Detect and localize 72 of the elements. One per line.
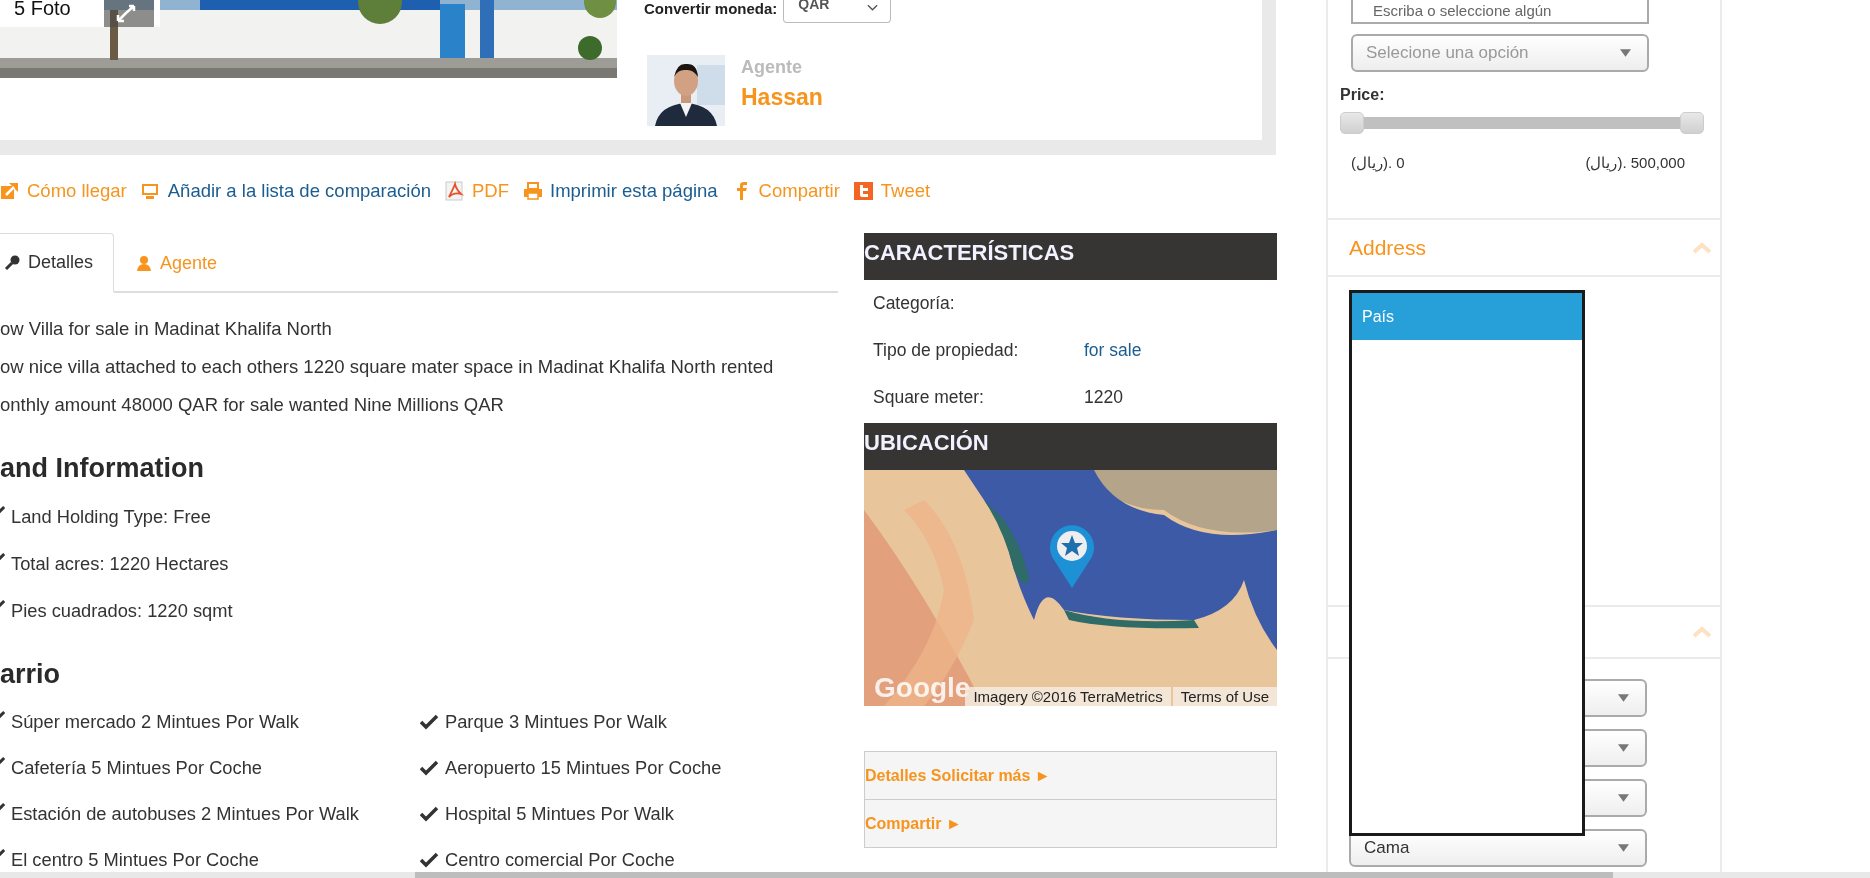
neighborhood-text: Cafetería 5 Mintues Por Coche — [11, 757, 262, 779]
property-value-link[interactable]: for sale — [1084, 340, 1142, 361]
collapse-chevron-icon[interactable] — [1692, 626, 1712, 638]
caret-icon — [1618, 794, 1629, 802]
photo-count-button[interactable]: 5 Foto — [0, 0, 104, 27]
action-link[interactable]: Compartir — [758, 180, 840, 202]
feature-text: Pies cuadrados: 1220 sqmt — [11, 600, 233, 622]
caret-icon — [1618, 844, 1629, 852]
agent-label: Agente — [741, 57, 803, 78]
neighborhood-text: El centro 5 Mintues Por Coche — [11, 849, 259, 871]
property-label: Categoría: — [873, 293, 956, 314]
caret-icon — [1618, 744, 1629, 752]
key-icon — [4, 254, 20, 271]
map-pin-icon[interactable] — [1048, 522, 1096, 590]
property-label: Square meter: — [873, 387, 985, 408]
feature-text: Land Holding Type: Free — [11, 506, 211, 528]
tab[interactable]: Agente — [114, 233, 238, 293]
caret-icon — [867, 4, 879, 12]
pdf-icon[interactable] — [445, 181, 465, 201]
neighborhood-text: Aeropuerto 15 Mintues Por Coche — [445, 757, 722, 779]
section-title: Address — [1349, 235, 1427, 260]
check-icon — [420, 714, 439, 730]
section-header: UBICACIÓN — [864, 423, 1277, 470]
section-heading: arrio — [0, 659, 62, 689]
check-icon — [420, 760, 439, 776]
section-heading: and Information — [0, 453, 205, 483]
check-icon — [420, 806, 439, 822]
property-value: 1220 — [1084, 387, 1123, 408]
price-max-label: (ريال). 500,000 — [1585, 154, 1685, 172]
caret-icon — [1620, 49, 1631, 57]
dropdown-option[interactable]: País — [1352, 293, 1582, 340]
tab[interactable]: Detalles — [0, 233, 115, 293]
neighborhood-text: Hospital 5 Mintues Por Walk — [445, 803, 674, 825]
currency-select[interactable]: QAR — [783, 0, 892, 23]
action-link[interactable]: PDF — [472, 180, 509, 202]
action-link[interactable]: Imprimir esta página — [550, 180, 718, 202]
tweet-icon[interactable] — [853, 181, 874, 201]
map-attribution: Imagery ©2016 TerraMetrics — [965, 687, 1171, 706]
horizontal-scrollbar[interactable] — [0, 872, 1870, 878]
price-slider[interactable] — [1340, 112, 1704, 134]
caret-icon — [1618, 694, 1629, 702]
select-dropdown[interactable]: Selecione una opción — [1351, 34, 1649, 72]
collapse-chevron-icon[interactable] — [1692, 241, 1712, 254]
more-link[interactable]: Compartir ► — [865, 814, 962, 833]
search-field[interactable]: Escriba o seleccione algún — [1351, 0, 1649, 24]
currency-label: Convertir moneda: — [644, 0, 778, 17]
monitor-icon[interactable] — [140, 181, 161, 201]
property-label: Tipo de propiedad: — [873, 340, 1020, 361]
neighborhood-text: Parque 3 Mintues Por Walk — [445, 711, 667, 733]
person-icon — [136, 255, 153, 271]
price-min-label: (ريال). 0 — [1351, 154, 1405, 172]
printer-icon[interactable] — [523, 181, 543, 201]
feature-text: Total acres: 1220 Hectares — [11, 553, 229, 575]
section-header: CARACTERÍSTICAS — [864, 233, 1277, 280]
slider-handle[interactable] — [1340, 112, 1364, 134]
action-link[interactable]: Tweet — [880, 180, 931, 202]
action-link[interactable]: Añadir a la lista de comparación — [167, 180, 431, 202]
terms-link[interactable]: Terms of Use — [1172, 687, 1277, 706]
agent-name-link[interactable]: Hassan — [741, 84, 823, 111]
neighborhood-text: Centro comercial Por Coche — [445, 849, 675, 871]
description-text: onthly amount 48000 QAR for sale wanted Nine Millions QAR — [0, 393, 505, 417]
expand-icon[interactable] — [104, 0, 160, 27]
price-label: Price: — [1340, 86, 1386, 104]
description-text: ow Villa for sale in Madinat Khalifa North — [0, 317, 333, 341]
action-link[interactable]: Cómo llegar — [27, 180, 127, 202]
neighborhood-text: Súper mercado 2 Mintues Por Walk — [11, 711, 299, 733]
description-text: ow nice villa attached to each others 1220 square mater space in Madinat Khalifa North rented — [0, 355, 775, 379]
slider-handle[interactable] — [1680, 112, 1704, 134]
neighborhood-text: Estación de autobuses 2 Mintues Por Walk — [11, 803, 359, 825]
check-icon — [420, 852, 439, 868]
external-link-icon[interactable] — [0, 181, 20, 201]
more-link[interactable]: Detalles Solicitar más ► — [865, 766, 1051, 785]
